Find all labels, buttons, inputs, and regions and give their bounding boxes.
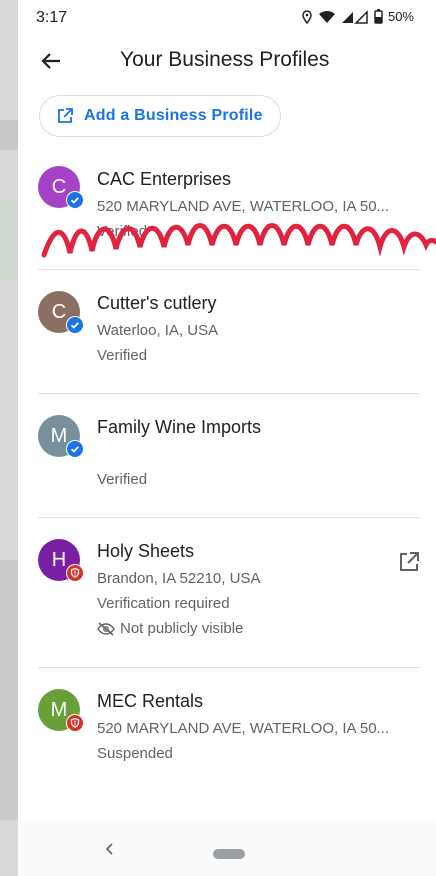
open-external-button[interactable] <box>398 551 420 573</box>
chevron-left-icon <box>105 843 113 855</box>
profile-item-cutters-cutlery[interactable]: C Cutter's cutlery Waterloo, IA, USA Ver… <box>18 270 436 394</box>
verified-check-icon <box>66 191 84 209</box>
warning-shield-icon <box>66 564 84 582</box>
profile-address: Brandon, IA 52210, USA <box>97 570 261 587</box>
profile-address: 520 MARYLAND AVE, WATERLOO, IA 50... <box>97 720 390 737</box>
wifi-icon <box>318 10 335 23</box>
nav-home-pill[interactable] <box>213 849 245 859</box>
profile-status: Verified <box>97 471 148 488</box>
profile-item-cac-enterprises[interactable]: C CAC Enterprises 520 MARYLAND AVE, WATE… <box>18 146 436 270</box>
visibility-off-icon <box>97 621 115 636</box>
signal-icon <box>341 9 368 24</box>
profile-item-family-wine-imports[interactable]: M Family Wine Imports Verified <box>18 394 436 518</box>
background-map <box>0 0 18 876</box>
verified-check-icon <box>66 440 84 458</box>
status-bar: 3:17 50% <box>18 0 436 36</box>
page-title: Your Business Profiles <box>120 48 330 71</box>
profile-status: Verified <box>97 347 148 364</box>
profile-name: MEC Rentals <box>97 691 204 711</box>
warning-shield-icon <box>66 714 84 732</box>
open-external-icon <box>58 108 73 123</box>
business-profiles-sheet: 3:17 50% Your Business Profiles Add a Bu… <box>18 0 436 876</box>
profile-address: Waterloo, IA, USA <box>97 322 219 339</box>
profile-name: Holy Sheets <box>97 541 195 561</box>
battery-percent: 50% <box>387 9 414 24</box>
battery-icon <box>374 9 383 24</box>
location-icon <box>302 9 312 24</box>
profile-name: CAC Enterprises <box>97 169 232 189</box>
profile-status: Suspended <box>97 745 173 762</box>
profile-item-holy-sheets[interactable]: H Holy Sheets Brandon, IA 52210, USA Ver… <box>18 518 436 668</box>
profile-list: C CAC Enterprises 520 MARYLAND AVE, WATE… <box>18 146 436 792</box>
arrow-back-icon <box>41 53 60 69</box>
profile-name: Cutter's cutlery <box>97 293 217 313</box>
profile-item-mec-rentals[interactable]: M MEC Rentals 520 MARYLAND AVE, WATERLOO… <box>18 668 436 792</box>
open-external-icon <box>400 552 419 571</box>
verified-check-icon <box>66 316 84 334</box>
add-business-profile-button[interactable]: Add a Business Profile <box>39 95 281 137</box>
status-time: 3:17 <box>36 9 68 26</box>
app-bar: Your Business Profiles <box>18 36 436 86</box>
system-nav-bar <box>18 820 436 876</box>
add-business-profile-label: Add a Business Profile <box>84 107 263 124</box>
profile-address: 520 MARYLAND AVE, WATERLOO, IA 50... <box>97 198 390 215</box>
profile-status: Verification required <box>97 595 230 612</box>
profile-name: Family Wine Imports <box>97 417 262 437</box>
visibility-text: Not publicly visible <box>120 620 244 637</box>
nav-back-button[interactable] <box>104 842 114 861</box>
visibility-row: Not publicly visible <box>97 620 243 637</box>
back-button[interactable] <box>36 46 66 76</box>
profile-status: Verified <box>97 223 148 240</box>
